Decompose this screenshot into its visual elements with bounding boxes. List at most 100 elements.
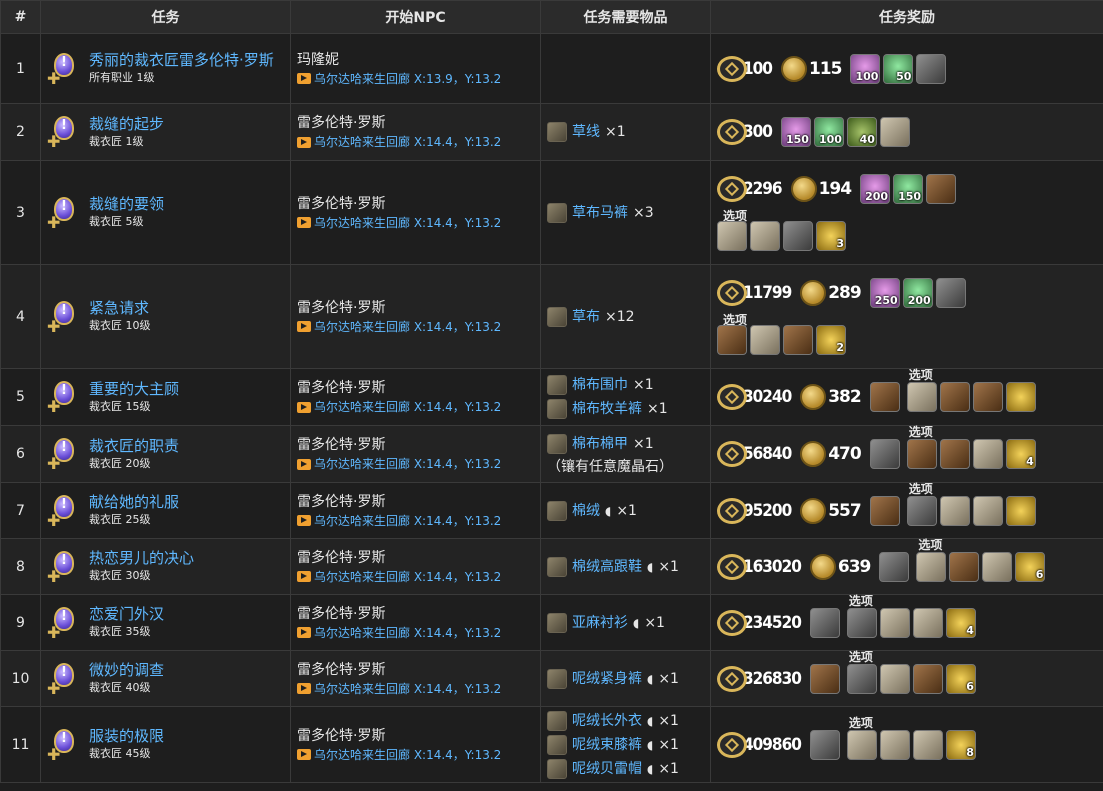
quest-name-link[interactable]: 裁缝的起步 (89, 115, 164, 134)
item-name-link[interactable]: 棉绒 (572, 499, 600, 523)
reward-item-icon[interactable]: 150 (893, 174, 924, 204)
reward-item-icon[interactable] (879, 551, 910, 582)
quest-name-link[interactable]: 紧急请求 (89, 299, 151, 318)
option-reward-icon[interactable] (912, 607, 943, 638)
reward-item-icon[interactable] (916, 53, 947, 84)
npc-location-link[interactable]: 乌尔达哈来生回廊 X:14.4，Y:13.2 (297, 568, 534, 586)
quest-name-link[interactable]: 热恋男儿的决心 (89, 549, 194, 568)
quest-name-link[interactable]: 献给她的礼服 (89, 493, 179, 512)
npc-location-link[interactable]: 乌尔达哈来生回廊 X:14.4，Y:13.2 (297, 512, 534, 530)
reward-item-icon[interactable]: 150 (780, 117, 811, 147)
option-reward-icon[interactable] (879, 607, 910, 638)
quest-name-link[interactable]: 恋爱门外汉 (89, 605, 164, 624)
option-reward-icon[interactable] (846, 663, 877, 694)
item-name-link[interactable]: 呢绒贝雷帽 (572, 757, 642, 781)
item-name-link[interactable]: 棉布牧羊裤 (572, 397, 642, 421)
npc-location-link[interactable]: 乌尔达哈来生回廊 X:13.9，Y:13.2 (297, 70, 534, 88)
quest-name-link[interactable]: 服装的极限 (89, 727, 164, 746)
option-reward-icon[interactable] (1005, 382, 1036, 412)
item-name-link[interactable]: 呢绒长外衣 (572, 709, 642, 733)
reward-item-icon[interactable] (809, 663, 840, 694)
reward-item-icon[interactable]: 100 (850, 53, 881, 84)
reward-item-icon[interactable]: 40 (846, 117, 877, 147)
item-name-link[interactable]: 呢绒紧身裤 (572, 667, 642, 691)
quest-name-link[interactable]: 裁缝的要领 (89, 195, 164, 214)
npc-location-link[interactable]: 乌尔达哈来生回廊 X:14.4，Y:13.2 (297, 214, 534, 232)
option-reward-icon[interactable] (879, 729, 910, 760)
npc-location-link[interactable]: 乌尔达哈来生回廊 X:14.4，Y:13.2 (297, 680, 534, 698)
quest-name-link[interactable]: 裁衣匠的职责 (89, 437, 179, 456)
reward-item-icon[interactable]: 50 (883, 53, 914, 84)
option-reward-icon[interactable]: 6 (945, 663, 976, 694)
reward-item-icon[interactable] (869, 382, 900, 412)
item-name-link[interactable]: 草布 (572, 305, 600, 329)
npc-location-link[interactable]: 乌尔达哈来生回廊 X:14.4，Y:13.2 (297, 398, 534, 416)
option-reward-icon[interactable] (1005, 495, 1036, 526)
option-reward-icon[interactable] (879, 663, 910, 694)
item-name-link[interactable]: 草线 (572, 120, 600, 144)
option-reward-icon[interactable] (846, 607, 877, 638)
option-reward-icon[interactable] (906, 382, 937, 412)
quest-name-link[interactable]: 秀丽的裁衣匠雷多伦特·罗斯 (89, 51, 274, 70)
option-reward-icon[interactable]: 4 (945, 607, 976, 638)
reward-item-icon[interactable] (809, 607, 840, 638)
gil-coin-icon (800, 384, 827, 410)
option-reward-icon[interactable] (939, 382, 970, 412)
reward-item-icon[interactable] (869, 495, 900, 526)
option-reward-icon[interactable] (982, 551, 1013, 582)
option-reward-icon[interactable]: 2 (816, 325, 846, 355)
reward-item-icon[interactable] (935, 278, 966, 308)
option-reward-icon[interactable] (750, 221, 780, 251)
option-reward-icon[interactable] (912, 663, 943, 694)
option-reward-icon[interactable] (783, 221, 813, 251)
option-reward-icon[interactable]: 4 (1005, 439, 1036, 469)
exp-icon (717, 497, 747, 524)
npc-cell: 雷多伦特·罗斯 乌尔达哈来生回廊 X:14.4，Y:13.2 (290, 264, 541, 369)
reward-item-icon[interactable] (926, 174, 957, 204)
option-reward-icon[interactable]: 6 (1015, 551, 1046, 582)
npc-location-link[interactable]: 乌尔达哈来生回廊 X:14.4，Y:13.2 (297, 624, 534, 642)
reward-item-icon[interactable] (879, 117, 910, 147)
quest-cell: ! ✚ 恋爱门外汉 裁衣匠 35级 (40, 594, 291, 651)
item-name-link[interactable]: 呢绒束膝裤 (572, 733, 642, 757)
map-flag-icon (297, 401, 311, 413)
option-reward-icon[interactable]: 8 (945, 729, 976, 760)
npc-location-link[interactable]: 乌尔达哈来生回廊 X:14.4，Y:13.2 (297, 318, 534, 336)
option-reward-icon[interactable] (972, 495, 1003, 526)
option-reward-icon[interactable] (972, 382, 1003, 412)
npc-location-link[interactable]: 乌尔达哈来生回廊 X:14.4，Y:13.2 (297, 746, 534, 764)
option-reward-icon[interactable] (912, 729, 943, 760)
option-reward-icon[interactable] (906, 439, 937, 469)
option-reward-icon[interactable] (916, 551, 947, 582)
item-name-link[interactable]: 棉布围巾 (572, 373, 628, 397)
item-quantity: ×1 (658, 712, 679, 729)
reward-item-icon[interactable]: 200 (860, 174, 891, 204)
option-reward-icon[interactable] (717, 221, 747, 251)
reward-item-icon[interactable]: 250 (869, 278, 900, 308)
item-name-link[interactable]: 棉绒高跟鞋 (572, 555, 642, 579)
option-reward-icon[interactable] (939, 439, 970, 469)
npc-location-link[interactable]: 乌尔达哈来生回廊 X:14.4，Y:13.2 (297, 455, 534, 473)
item-name-link[interactable]: 亚麻衬衫 (572, 611, 628, 635)
option-reward-icon[interactable] (846, 729, 877, 760)
reward-item-icon[interactable]: 100 (813, 117, 844, 147)
option-reward-icon[interactable] (717, 325, 747, 355)
reward-item-icon[interactable]: 200 (902, 278, 933, 308)
reward-item-icon[interactable] (809, 729, 840, 760)
quest-level: 裁衣匠 5级 (89, 215, 144, 228)
npc-location-link[interactable]: 乌尔达哈来生回廊 X:14.4，Y:13.2 (297, 133, 534, 151)
required-item: 草布 ×12 (547, 305, 704, 329)
option-reward-icon[interactable] (972, 439, 1003, 469)
item-name-link[interactable]: 棉布棉甲 (572, 432, 628, 456)
required-items-cell: 棉绒高跟鞋 ◖ ×1 (540, 538, 711, 595)
quest-name-link[interactable]: 重要的大主顾 (89, 380, 179, 399)
reward-item-icon[interactable] (869, 439, 900, 469)
quest-name-link[interactable]: 微妙的调查 (89, 661, 164, 680)
option-reward-icon[interactable]: 3 (816, 221, 846, 251)
option-reward-icon[interactable] (783, 325, 813, 355)
option-reward-icon[interactable] (949, 551, 980, 582)
option-reward-icon[interactable] (750, 325, 780, 355)
option-reward-icon[interactable] (906, 495, 937, 526)
option-reward-icon[interactable] (939, 495, 970, 526)
item-name-link[interactable]: 草布马裤 (572, 201, 628, 225)
